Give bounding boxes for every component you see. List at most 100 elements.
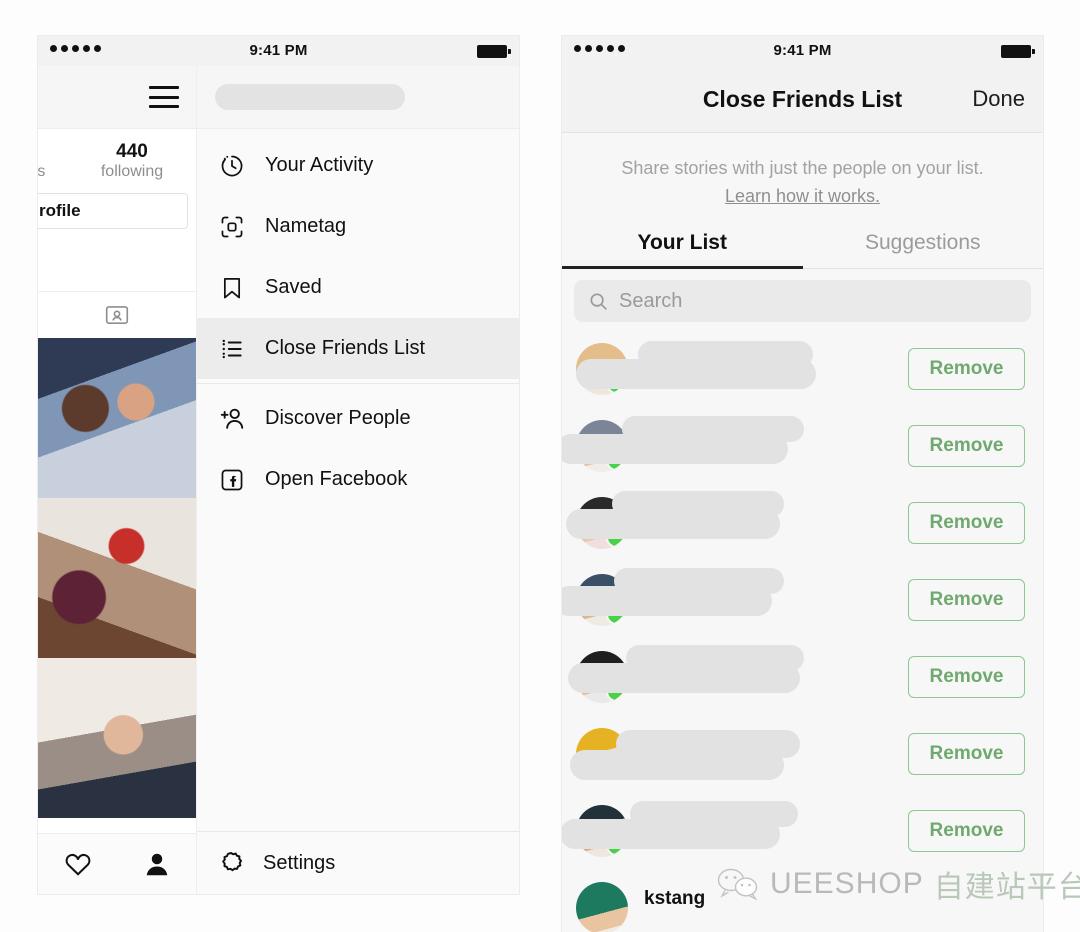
remove-button[interactable]: Remove (908, 501, 1025, 544)
drawer-menu-list: Your Activity Nametag Saved Close Friend… (197, 129, 519, 831)
menu-item-label: Nametag (265, 215, 347, 237)
username: lucicontele (644, 733, 744, 755)
avatar[interactable] (576, 419, 628, 472)
remove-button[interactable]: Remove (908, 655, 1025, 698)
tagged-photos-icon[interactable] (104, 302, 130, 328)
list-item[interactable]: Remove (562, 638, 1043, 715)
list-item[interactable]: Remove (562, 792, 1043, 869)
nametag-icon (217, 212, 247, 242)
menu-item-label: Your Activity (265, 154, 374, 176)
profile-column: rs 440 following rofile (38, 66, 197, 894)
side-drawer: Your Activity Nametag Saved Close Friend… (197, 66, 519, 894)
remove-button[interactable]: Remove (908, 578, 1025, 621)
remove-button[interactable]: Remove (908, 424, 1025, 467)
remove-button[interactable]: Remove (908, 347, 1025, 390)
profile-stats: rs 440 following (38, 129, 196, 187)
watermark-suffix: 自建站平台 (933, 871, 1080, 904)
drawer-header (197, 66, 519, 129)
close-friends-tabs: Your List Suggestions (562, 231, 1043, 270)
done-button[interactable]: Done (972, 86, 1025, 112)
page-title: Close Friends List (702, 85, 903, 112)
menu-item-label: Close Friends List (265, 337, 426, 359)
menu-item-settings[interactable]: Settings (197, 831, 519, 894)
row-name (562, 415, 908, 472)
menu-item-your-activity[interactable]: Your Activity (197, 135, 519, 196)
profile-tabbar (38, 291, 196, 338)
learn-how-it-works-link[interactable]: Learn how it works. (725, 183, 880, 209)
grid-photo[interactable] (38, 658, 196, 819)
menu-item-saved[interactable]: Saved (197, 257, 519, 318)
menu-item-close-friends-list[interactable]: Close Friends List (197, 318, 519, 379)
list-item[interactable]: Remove (562, 561, 1043, 638)
search-input[interactable]: Search (574, 280, 1031, 323)
row-name: lucicontele (570, 728, 908, 780)
edit-profile-label: rofile (39, 201, 81, 221)
avatar[interactable] (576, 881, 628, 932)
avatar[interactable] (576, 496, 628, 549)
stat-followers-label: rs (38, 163, 46, 180)
menu-item-nametag[interactable]: Nametag (197, 196, 519, 257)
stat-followers[interactable]: rs (38, 141, 66, 181)
heart-icon[interactable] (63, 849, 93, 879)
close-friends-navbar: Close Friends List Done (562, 66, 1043, 133)
avatar[interactable] (576, 573, 628, 626)
tab-suggestions[interactable]: Suggestions (802, 231, 1043, 270)
avatar[interactable] (576, 804, 628, 857)
remove-button[interactable]: Remove (908, 732, 1025, 775)
tab-your-list[interactable]: Your List (562, 231, 803, 270)
settings-label: Settings (263, 851, 336, 874)
menu-item-open-facebook[interactable]: Open Facebook (197, 449, 519, 510)
row-name (568, 644, 908, 703)
profile-icon[interactable] (142, 849, 172, 879)
close-friend-badge-icon (606, 680, 627, 702)
profile-topbar (38, 66, 196, 129)
search-placeholder: Search (619, 289, 683, 312)
bookmark-icon (217, 273, 247, 303)
close-friends-list: Remove Remove Remove Remove Remove lucic… (562, 330, 1043, 932)
avatar[interactable] (576, 650, 628, 703)
row-name (562, 800, 908, 857)
menu-item-label: Discover People (265, 407, 411, 429)
activity-clock-icon (217, 151, 247, 181)
wechat-icon (716, 867, 760, 901)
bottom-nav-bar (38, 833, 196, 894)
close-friend-badge-icon (606, 757, 627, 779)
list-item[interactable]: Remove (562, 330, 1043, 407)
row-name (566, 490, 908, 549)
gear-icon (217, 849, 245, 877)
row-name (576, 340, 908, 395)
avatar[interactable] (576, 727, 628, 780)
right-status-bar: 9:41 PM (562, 36, 1043, 66)
redacted-username (215, 84, 405, 110)
list-icon (217, 334, 247, 364)
stat-following-label: following (100, 162, 164, 180)
left-status-time: 9:41 PM (249, 42, 308, 59)
grid-photo[interactable] (38, 338, 196, 499)
watermark-brand: UEESHOP (770, 867, 924, 900)
phone-right-close-friends-screen: 9:41 PM Close Friends List Done Share st… (562, 36, 1043, 932)
screenshot-canvas: 9:41 PM rs 440 following (0, 0, 1080, 932)
search-container: Search (562, 269, 1043, 330)
stat-following[interactable]: 440 following (76, 141, 188, 181)
menu-divider (197, 383, 519, 384)
avatar[interactable] (576, 342, 628, 395)
phone-left-drawer-screen: 9:41 PM rs 440 following (38, 36, 519, 894)
menu-item-discover-people[interactable]: Discover People (197, 388, 519, 449)
username: kstang (644, 887, 706, 909)
add-person-icon (217, 404, 247, 434)
profile-photo-grid (38, 338, 196, 819)
watermark: UEESHOP 自建站平台 (716, 862, 1080, 906)
remove-button[interactable]: Remove (908, 809, 1025, 852)
hamburger-menu-icon[interactable] (149, 86, 179, 108)
list-item[interactable]: Remove (562, 407, 1043, 484)
close-friend-badge-icon (606, 449, 627, 471)
grid-photo[interactable] (38, 498, 196, 659)
list-item[interactable]: lucicontele Remove (562, 715, 1043, 792)
close-friend-badge-icon (606, 526, 627, 548)
search-icon (588, 291, 609, 312)
list-item[interactable]: Remove (562, 484, 1043, 561)
edit-profile-button[interactable]: rofile (38, 193, 188, 230)
menu-item-label: Saved (265, 276, 322, 298)
right-status-time: 9:41 PM (773, 42, 832, 59)
close-friend-badge-icon (606, 834, 627, 856)
